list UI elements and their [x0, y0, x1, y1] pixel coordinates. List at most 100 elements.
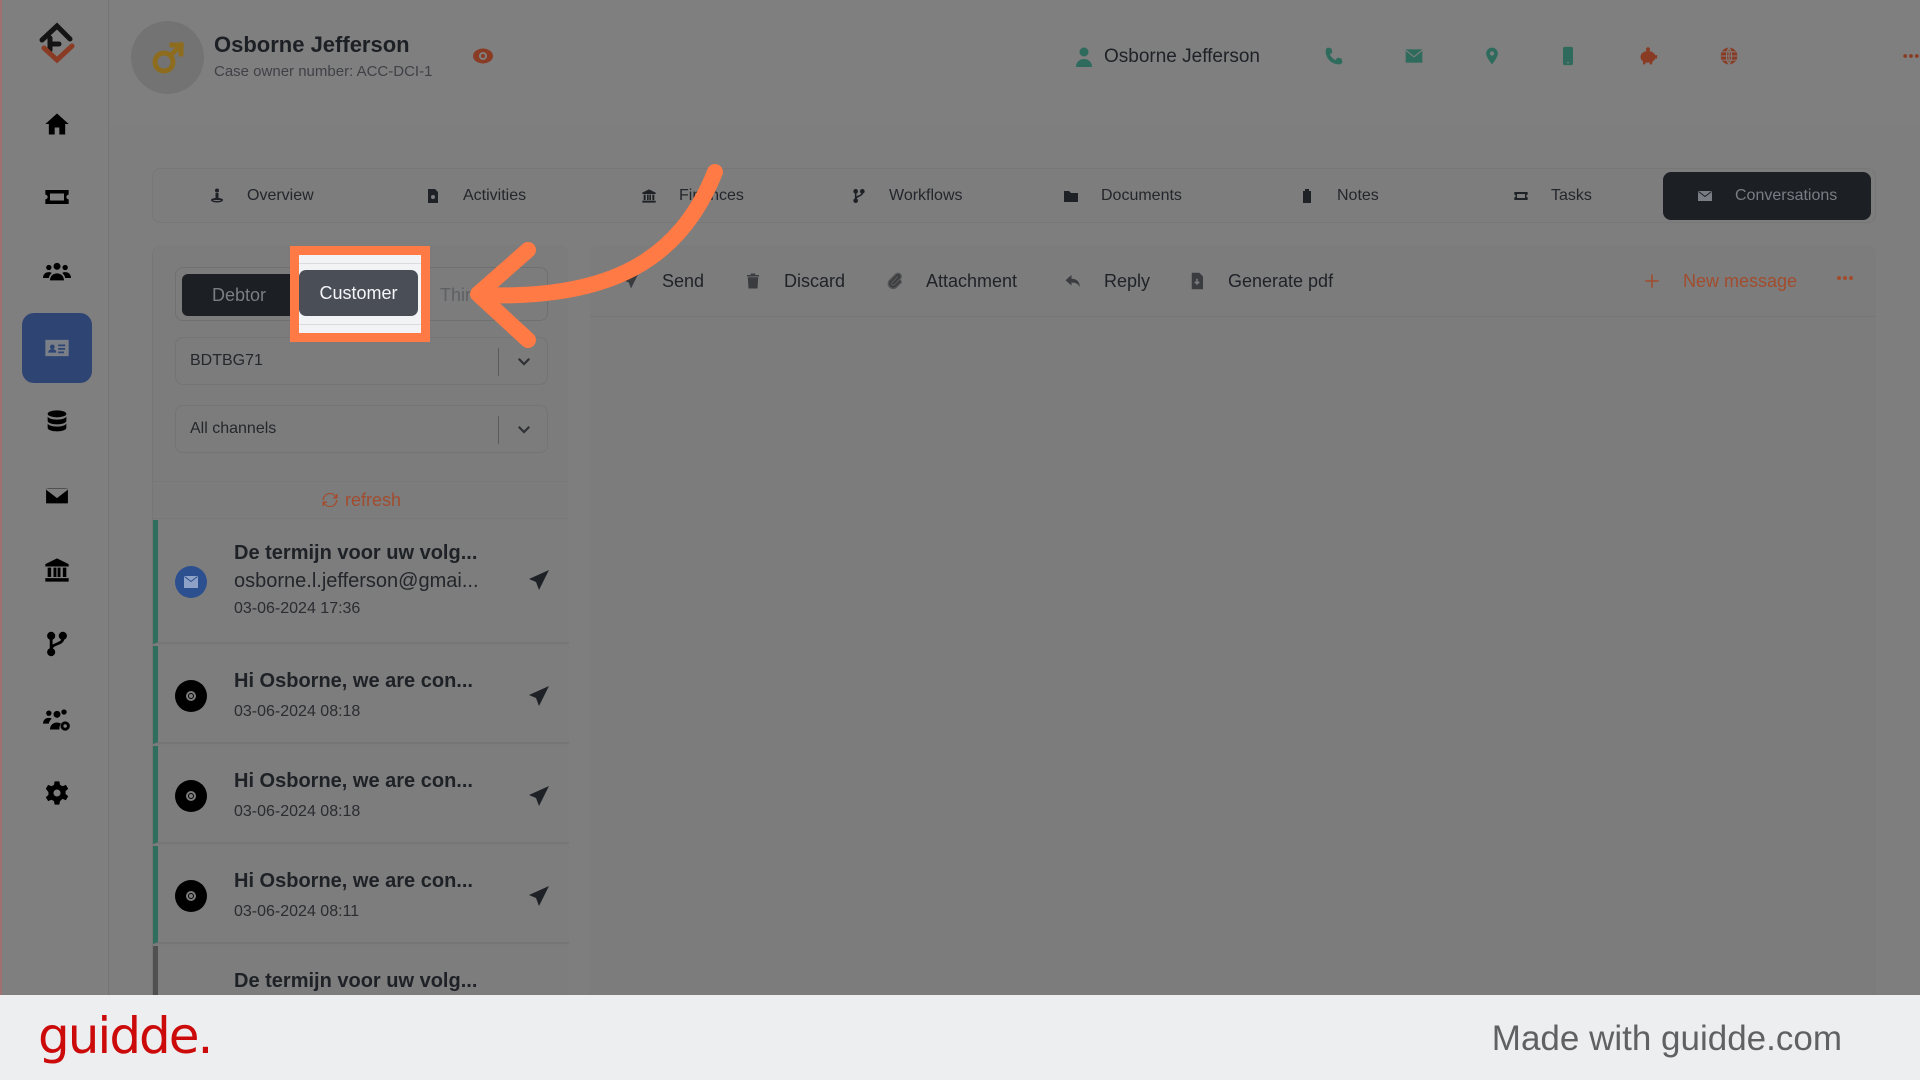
tab-overview[interactable]: Overview — [209, 169, 314, 222]
sidebar — [0, 0, 109, 995]
users-icon — [43, 262, 71, 281]
generate-pdf-button[interactable]: Generate pdf — [1188, 267, 1333, 295]
trash-icon — [747, 273, 759, 289]
conversation-item[interactable]: Hi Osborne, we are con... 03-06-2024 08:… — [153, 746, 569, 844]
paper-plane-icon — [529, 786, 549, 806]
whatsapp-channel-badge — [175, 780, 207, 812]
users-gear-icon — [43, 709, 70, 731]
channel-select[interactable]: All channels — [175, 405, 548, 453]
segment-third-party[interactable]: Third — [426, 274, 536, 316]
phone-button[interactable] — [1322, 44, 1346, 68]
folder-icon — [1064, 190, 1078, 202]
location-button[interactable] — [1480, 44, 1504, 68]
paper-plane-icon — [529, 686, 549, 706]
case-header: Osborne Jefferson Case owner number: ACC… — [110, 0, 1920, 125]
message-composer-panel: Send Discard Attachment Reply Generate p… — [590, 245, 1876, 995]
bank-icon — [642, 188, 656, 203]
refresh-button[interactable]: refresh — [153, 481, 569, 519]
ellipsis-icon[interactable] — [1836, 275, 1854, 281]
conversation-item[interactable]: Hi Osborne, we are con... 03-06-2024 08:… — [153, 846, 569, 944]
home-icon — [45, 113, 69, 135]
globe-icon — [1720, 47, 1738, 65]
ticket-icon — [45, 190, 69, 204]
tab-conversations[interactable]: Conversations — [1663, 172, 1872, 220]
envelope-icon — [44, 487, 70, 505]
send-button[interactable]: Send — [622, 267, 704, 295]
avatar — [131, 21, 204, 94]
envelope-icon — [1698, 191, 1712, 201]
code-branch-icon — [853, 188, 865, 203]
conversation-item[interactable]: Hi Osborne, we are con... 03-06-2024 08:… — [153, 646, 569, 744]
sidebar-item-mail[interactable] — [22, 461, 92, 531]
website-button[interactable] — [1717, 44, 1741, 68]
paper-plane-icon — [529, 570, 549, 590]
bank-icon — [45, 558, 69, 582]
tab-documents[interactable]: Documents — [1063, 169, 1182, 222]
sidebar-item-user-settings[interactable] — [22, 684, 92, 754]
conversation-date: 03-06-2024 08:18 — [234, 703, 361, 720]
piggy-bank-button[interactable] — [1636, 44, 1660, 68]
conversation-item[interactable]: De termijn voor uw volg... osborne.l.jef… — [153, 520, 569, 644]
mobile-button[interactable] — [1556, 44, 1580, 68]
refresh-icon — [322, 492, 338, 508]
email-channel-badge — [175, 566, 207, 598]
debtor-name: Osborne Jefferson — [214, 32, 410, 57]
discard-button[interactable]: Discard — [744, 267, 845, 295]
more-button[interactable] — [1899, 44, 1920, 68]
conversation-date: 03-06-2024 08:18 — [234, 803, 361, 820]
plus-icon — [1645, 274, 1659, 288]
tab-finances[interactable]: Finances — [641, 169, 744, 222]
person-pin-icon — [211, 188, 223, 202]
paper-plane-icon — [529, 886, 549, 906]
whatsapp-channel-badge — [175, 880, 207, 912]
sidebar-item-workflows[interactable] — [22, 609, 92, 679]
case-owner-number: Case owner number: ACC-DCI-1 — [214, 63, 433, 80]
male-gender-icon — [152, 40, 185, 73]
conversation-title: De termijn voor uw volg... — [234, 970, 478, 992]
chevron-down-icon — [517, 357, 531, 366]
segment-customer[interactable]: Customer — [299, 270, 418, 316]
phone-icon — [1325, 47, 1343, 65]
tab-tasks[interactable]: Tasks — [1513, 169, 1592, 222]
app-logo[interactable] — [32, 18, 82, 66]
sidebar-item-database[interactable] — [22, 387, 92, 457]
sidebar-item-home[interactable] — [22, 89, 92, 159]
reply-button[interactable]: Reply — [1064, 267, 1150, 295]
new-message-button[interactable]: New message — [1643, 267, 1797, 295]
refresh-label: refresh — [344, 489, 402, 510]
tab-workflows[interactable]: Workflows — [851, 169, 963, 222]
account-select[interactable]: BDTBG71 — [175, 337, 548, 385]
reply-icon — [1065, 275, 1080, 287]
select-separator — [498, 416, 499, 444]
channel-select-value: All channels — [190, 420, 277, 437]
database-icon — [47, 410, 67, 432]
sidebar-item-contacts[interactable] — [22, 313, 92, 383]
user-icon — [1076, 47, 1092, 67]
sidebar-item-tickets[interactable] — [22, 162, 92, 232]
conversation-sender: osborne.l.jefferson@gmai... — [234, 570, 479, 592]
sidebar-item-settings[interactable] — [22, 758, 92, 828]
tab-activities[interactable]: Activities — [425, 169, 526, 222]
mobile-icon — [1563, 46, 1573, 66]
whatsapp-icon — [186, 891, 196, 901]
attachment-button[interactable]: Attachment — [886, 267, 1017, 295]
email-button[interactable] — [1402, 44, 1426, 68]
tab-notes[interactable]: Notes — [1299, 169, 1379, 222]
account-select-value: BDTBG71 — [190, 352, 263, 369]
sidebar-item-bank[interactable] — [22, 535, 92, 605]
clipboard-icon — [1303, 188, 1311, 203]
guidde-footer: guidde. Made with guidde.com — [0, 995, 1920, 1080]
paper-plane-icon — [623, 273, 639, 289]
sidebar-item-users[interactable] — [22, 236, 92, 306]
conversation-date: 03-06-2024 08:11 — [234, 903, 360, 920]
conversation-title: Hi Osborne, we are con... — [234, 770, 473, 792]
guidde-logo: guidde. — [38, 1007, 213, 1065]
made-with-label: Made with guidde.com — [1491, 1019, 1842, 1058]
eye-icon[interactable] — [472, 47, 494, 65]
gear-icon — [45, 781, 69, 805]
header-user[interactable]: Osborne Jefferson — [1076, 42, 1260, 72]
chevron-down-icon — [517, 425, 531, 434]
case-tabs: Overview Activities Finances Workflows D… — [152, 168, 1876, 223]
segment-debtor[interactable]: Debtor — [182, 274, 296, 316]
select-separator — [498, 348, 499, 376]
